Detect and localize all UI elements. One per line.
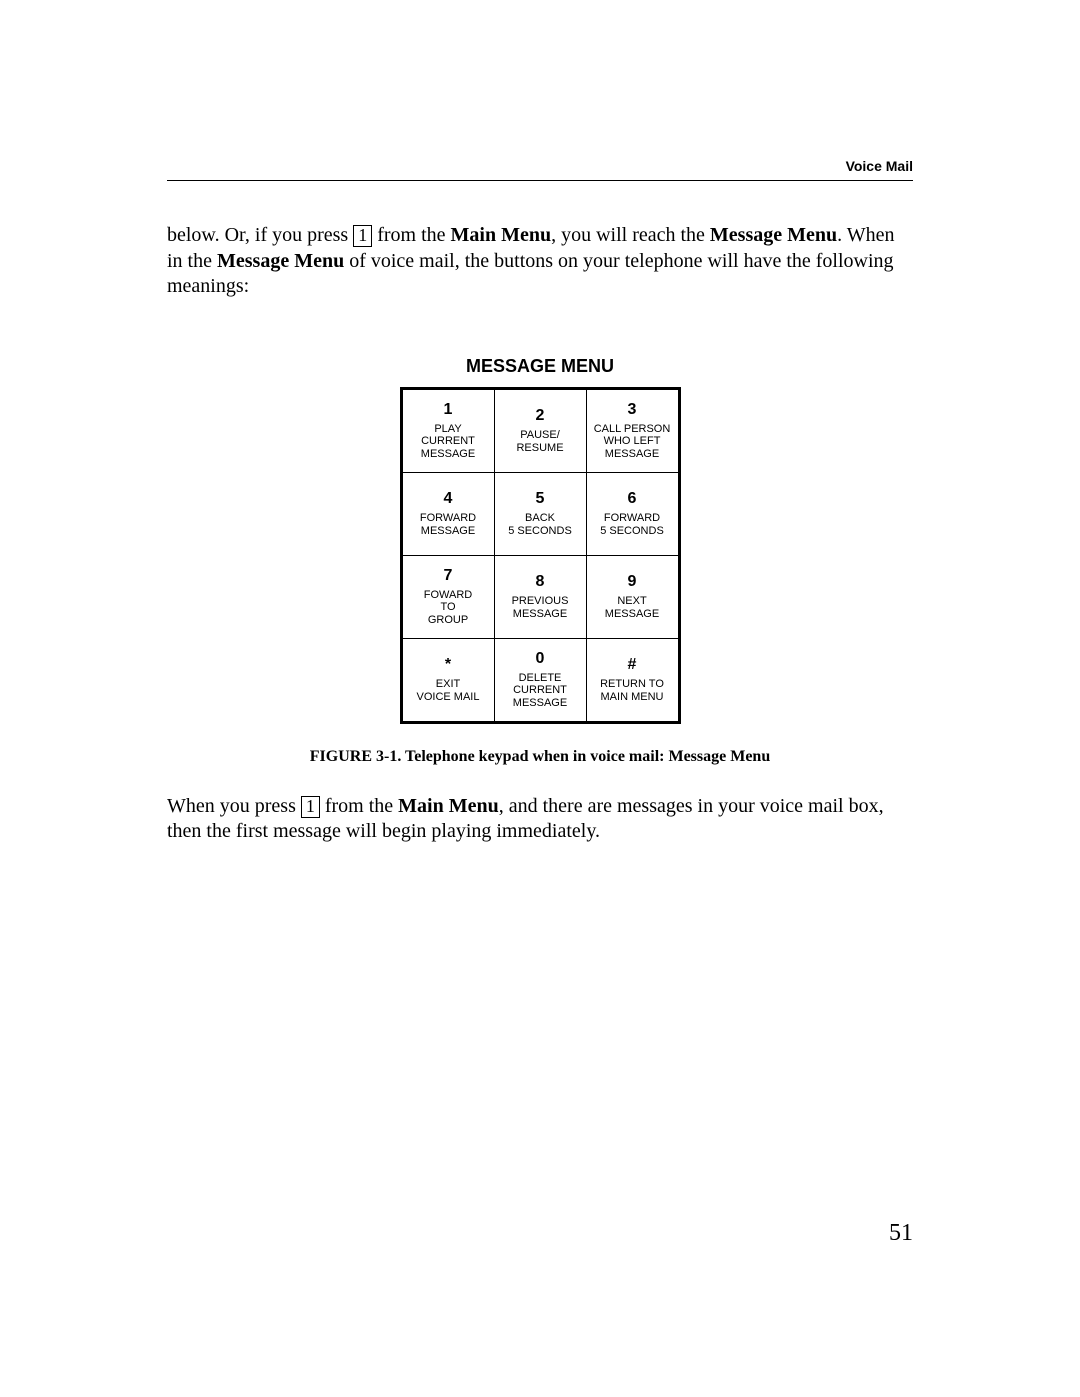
key-label: PLAYCURRENTMESSAGE [405,423,492,461]
intro-bold-messagemenu2: Message Menu [217,250,344,272]
key-num: * [405,656,492,674]
keypad-title: MESSAGE MENU [167,356,913,377]
intro-text-3: , you will reach the [551,224,710,246]
figure-caption: FIGURE 3-1. Telephone keypad when in voi… [167,748,913,766]
page-number: 51 [889,1220,913,1247]
key-0: 0 DELETECURRENTMESSAGE [494,638,586,722]
key-num: 3 [589,401,676,419]
after-paragraph: When you press 1 from the Main Menu, and… [167,794,913,845]
key-4: 4 FORWARDMESSAGE [401,472,494,555]
key-num: 5 [497,490,584,508]
key-label: RETURN TOMAIN MENU [589,678,676,703]
key-num: # [589,656,676,674]
table-row: 1 PLAYCURRENTMESSAGE 2 PAUSE/RESUME 3 CALL … [401,388,679,472]
key-5: 5 BACK5 SECONDS [494,472,586,555]
after-bold-mainmenu: Main Menu [398,795,499,817]
key-8: 8 PREVIOUSMESSAGE [494,555,586,638]
key-label: PAUSE/RESUME [497,429,584,454]
table-row: 4 FORWARDMESSAGE 5 BACK5 SECONDS 6 FORWARD5… [401,472,679,555]
after-text-2: from the [320,795,398,817]
key-num: 4 [405,490,492,508]
table-row: 7 FOWARDTOGROUP 8 PREVIOUSMESSAGE 9 NEXTMES… [401,555,679,638]
key-1: 1 PLAYCURRENTMESSAGE [401,388,494,472]
key-label: CALL PERSONWHO LEFTMESSAGE [589,423,676,461]
key-3: 3 CALL PERSONWHO LEFTMESSAGE [586,388,679,472]
intro-bold-mainmenu: Main Menu [451,224,552,246]
section-header: Voice Mail [167,158,913,174]
after-text-1: When you press [167,795,301,817]
keypad-figure: MESSAGE MENU 1 PLAYCURRENTMESSAGE 2 PAUSE/… [167,356,913,766]
content-area: Voice Mail below. Or, if you press 1 fro… [167,158,913,845]
key-label: EXITVOICE MAIL [405,678,492,703]
intro-text-1: below. Or, if you press [167,224,353,246]
key-2: 2 PAUSE/RESUME [494,388,586,472]
key-6: 6 FORWARD5 SECONDS [586,472,679,555]
key-label: FORWARD5 SECONDS [589,512,676,537]
intro-paragraph: below. Or, if you press 1 from the Main … [167,223,913,300]
key-label: FORWARDMESSAGE [405,512,492,537]
table-row: * EXITVOICE MAIL 0 DELETECURRENTMESSAGE # R… [401,638,679,722]
key-num: 9 [589,573,676,591]
key-num: 1 [405,401,492,419]
key-label: PREVIOUSMESSAGE [497,595,584,620]
key-hash: # RETURN TOMAIN MENU [586,638,679,722]
header-rule [167,180,913,181]
key-star: * EXITVOICE MAIL [401,638,494,722]
key-label: FOWARDTOGROUP [405,589,492,627]
key-9: 9 NEXTMESSAGE [586,555,679,638]
key-label: DELETECURRENTMESSAGE [497,672,584,710]
key-num: 6 [589,490,676,508]
page: Voice Mail below. Or, if you press 1 fro… [0,0,1080,1397]
keypad-table: 1 PLAYCURRENTMESSAGE 2 PAUSE/RESUME 3 CALL … [400,387,681,724]
key-1-icon: 1 [301,796,320,818]
key-label: BACK5 SECONDS [497,512,584,537]
key-1-icon: 1 [353,225,372,247]
key-num: 2 [497,407,584,425]
key-7: 7 FOWARDTOGROUP [401,555,494,638]
key-num: 8 [497,573,584,591]
intro-text-2: from the [372,224,450,246]
key-num: 0 [497,650,584,668]
key-num: 7 [405,567,492,585]
intro-bold-messagemenu: Message Menu [710,224,837,246]
key-label: NEXTMESSAGE [589,595,676,620]
